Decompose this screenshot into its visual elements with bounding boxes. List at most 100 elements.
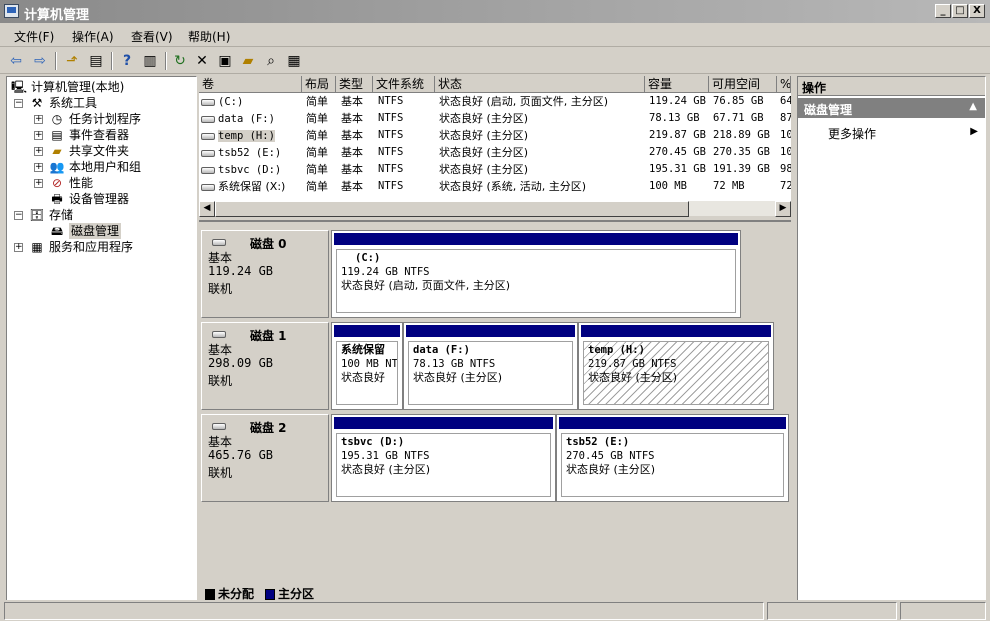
partition-c[interactable]: (C:) 119.24 GB NTFS 状态良好 (启动, 页面文件, 主分区) xyxy=(331,230,741,318)
partition-name: 系统保留 xyxy=(341,343,385,356)
partition-size: 100 MB NT xyxy=(341,358,398,370)
expand-toggle[interactable]: + xyxy=(34,179,43,188)
disk-info-2[interactable]: 磁盘 2 基本 465.76 GB 联机 xyxy=(201,414,329,502)
menu-view[interactable]: 查看(V) xyxy=(131,28,173,45)
partition-name: data (F:) xyxy=(413,344,470,356)
menu-action[interactable]: 操作(A) xyxy=(72,28,114,45)
type-cell: 基本 xyxy=(341,112,363,125)
tree-item-label: 服务和应用程序 xyxy=(49,240,134,254)
partition-system-reserved[interactable]: 系统保留 100 MB NT 状态良好 xyxy=(331,322,403,410)
filesystem-cell: NTFS xyxy=(378,129,404,141)
partition-tsbvc-d[interactable]: tsbvc (D:) 195.31 GB NTFS 状态良好 (主分区) xyxy=(331,414,556,502)
primary-partition-bar xyxy=(559,417,786,429)
toolbar-separator xyxy=(165,52,167,70)
event-log-icon: ▤ xyxy=(51,128,63,142)
delete-icon[interactable]: ✕ xyxy=(192,51,212,71)
menu-file[interactable]: 文件(F) xyxy=(14,28,54,45)
free-space-cell: 67.71 GB xyxy=(713,112,764,124)
show-hide-action-pane-icon[interactable]: ▥ xyxy=(140,51,160,71)
filesystem-cell: NTFS xyxy=(378,163,404,175)
forward-arrow-icon[interactable]: ⇨ xyxy=(30,51,50,71)
free-space-cell: 76.85 GB xyxy=(713,95,764,107)
expand-toggle[interactable]: + xyxy=(34,115,43,124)
column-header-percent[interactable]: % xyxy=(777,76,791,93)
partition-status: 状态良好 (启动, 页面文件, 主分区) xyxy=(341,279,511,292)
table-row[interactable]: 系统保留 (X:) 简单 基本 NTFS 状态良好 (系统, 活动, 主分区) … xyxy=(199,178,791,195)
unallocated-swatch xyxy=(205,589,215,600)
partition-name: tsbvc (D:) xyxy=(341,436,405,448)
toolbar-separator xyxy=(55,52,57,70)
expand-toggle[interactable]: + xyxy=(14,243,23,252)
status-cell-3 xyxy=(900,602,986,620)
open-folder-icon[interactable]: ▰ xyxy=(238,51,258,71)
primary-swatch xyxy=(265,589,275,600)
close-button[interactable]: X xyxy=(969,4,985,18)
scroll-left-icon[interactable]: ◀ xyxy=(199,201,215,217)
partition-tsb52-e[interactable]: tsb52 (E:) 270.45 GB NTFS 状态良好 (主分区) xyxy=(556,414,789,502)
collapse-toggle[interactable]: − xyxy=(14,211,23,220)
expand-toggle[interactable]: + xyxy=(34,131,43,140)
capacity-cell: 219.87 GB xyxy=(649,129,706,141)
volume-icon xyxy=(201,98,215,106)
tree-item-label: 计算机管理(本地) xyxy=(31,80,125,94)
expand-toggle[interactable]: + xyxy=(34,163,43,172)
actions-section-disk-management[interactable]: 磁盘管理 ▲ xyxy=(798,98,985,118)
disk-info-1[interactable]: 磁盘 1 基本 298.09 GB 联机 xyxy=(201,322,329,410)
restore-button[interactable]: □ xyxy=(952,4,968,18)
volume-cell: tsb52 (E:) xyxy=(199,144,302,161)
disk-info-0[interactable]: 磁盘 0 基本 119.24 GB 联机 xyxy=(201,230,329,318)
scroll-right-icon[interactable]: ▶ xyxy=(775,201,791,217)
table-row[interactable]: tsbvc (D:) 简单 基本 NTFS 状态良好 (主分区) 195.31 … xyxy=(199,161,791,178)
partition-body: tsbvc (D:) 195.31 GB NTFS 状态良好 (主分区) xyxy=(336,433,551,497)
column-header-capacity[interactable]: 容量 xyxy=(645,76,709,93)
table-row[interactable]: data (F:) 简单 基本 NTFS 状态良好 (主分区) 78.13 GB… xyxy=(199,110,791,127)
column-header-filesystem[interactable]: 文件系统 xyxy=(373,76,435,93)
partition-size: 195.31 GB NTFS xyxy=(341,450,430,462)
tree-item-label: 设备管理器 xyxy=(69,192,130,206)
capacity-cell: 78.13 GB xyxy=(649,112,700,124)
column-header-type[interactable]: 类型 xyxy=(336,76,373,93)
console-tree[interactable]: 🖳 计算机管理(本地) − ⚒ 系统工具 + ◷ 任务计划程序 + ▤ 事件查看… xyxy=(6,76,197,601)
column-header-layout[interactable]: 布局 xyxy=(302,76,336,93)
type-cell: 基本 xyxy=(341,129,363,142)
minimize-button[interactable]: _ xyxy=(935,4,951,18)
settings-icon[interactable]: ▦ xyxy=(284,51,304,71)
toolbar: ⇦ ⇨ ⬏ ▤ ? ▥ ↻ ✕ ▣ ▰ ⌕ ▦ xyxy=(0,48,990,74)
primary-partition-bar xyxy=(334,417,553,429)
column-header-status[interactable]: 状态 xyxy=(435,76,645,93)
column-header-volume[interactable]: 卷 xyxy=(199,76,302,93)
back-arrow-icon[interactable]: ⇦ xyxy=(6,51,26,71)
services-icon: ▦ xyxy=(31,240,43,254)
percent-cell: 72 xyxy=(780,180,791,192)
table-row[interactable]: temp (H:) 简单 基本 NTFS 状态良好 (主分区) 219.87 G… xyxy=(199,127,791,144)
partition-name: tsb52 (E:) xyxy=(566,436,630,448)
search-icon[interactable]: ⌕ xyxy=(261,51,281,71)
more-actions-item[interactable]: 更多操作 ▶ xyxy=(828,125,978,142)
percent-cell: 10 xyxy=(780,129,791,141)
layout-cell: 简单 xyxy=(306,163,328,176)
volume-list[interactable]: (C:) 简单 基本 NTFS 状态良好 (启动, 页面文件, 主分区) 119… xyxy=(199,93,791,200)
expand-toggle[interactable]: + xyxy=(34,147,43,156)
tree-item-label: 性能 xyxy=(69,176,94,190)
table-row[interactable]: (C:) 简单 基本 NTFS 状态良好 (启动, 页面文件, 主分区) 119… xyxy=(199,93,791,110)
type-cell: 基本 xyxy=(341,163,363,176)
collapse-toggle[interactable]: − xyxy=(14,99,23,108)
column-header-free-space[interactable]: 可用空间 xyxy=(709,76,777,93)
tools-icon: ⚒ xyxy=(31,96,43,110)
show-hide-tree-icon[interactable]: ▤ xyxy=(86,51,106,71)
collapse-up-icon[interactable]: ▲ xyxy=(969,101,977,112)
help-icon[interactable]: ? xyxy=(117,51,137,71)
table-row[interactable]: tsb52 (E:) 简单 基本 NTFS 状态良好 (主分区) 270.45 … xyxy=(199,144,791,161)
disk-icon xyxy=(212,239,226,246)
menu-help[interactable]: 帮助(H) xyxy=(188,28,230,45)
partition-data-f[interactable]: data (F:) 78.13 GB NTFS 状态良好 (主分区) xyxy=(403,322,578,410)
scrollbar-thumb[interactable] xyxy=(215,201,689,217)
refresh-icon[interactable]: ↻ xyxy=(170,51,190,71)
partition-temp-h[interactable]: temp (H:) 219.87 GB NTFS 状态良好 (主分区) xyxy=(578,322,774,410)
primary-partition-bar xyxy=(406,325,575,337)
disk-row-0: 磁盘 0 基本 119.24 GB 联机 (C:) 119.24 GB NTFS… xyxy=(201,230,789,318)
horizontal-scrollbar[interactable]: ◀ ▶ xyxy=(199,200,791,217)
properties-icon[interactable]: ▣ xyxy=(215,51,235,71)
up-folder-icon[interactable]: ⬏ xyxy=(62,51,82,71)
volume-cell: (C:) xyxy=(199,93,302,110)
